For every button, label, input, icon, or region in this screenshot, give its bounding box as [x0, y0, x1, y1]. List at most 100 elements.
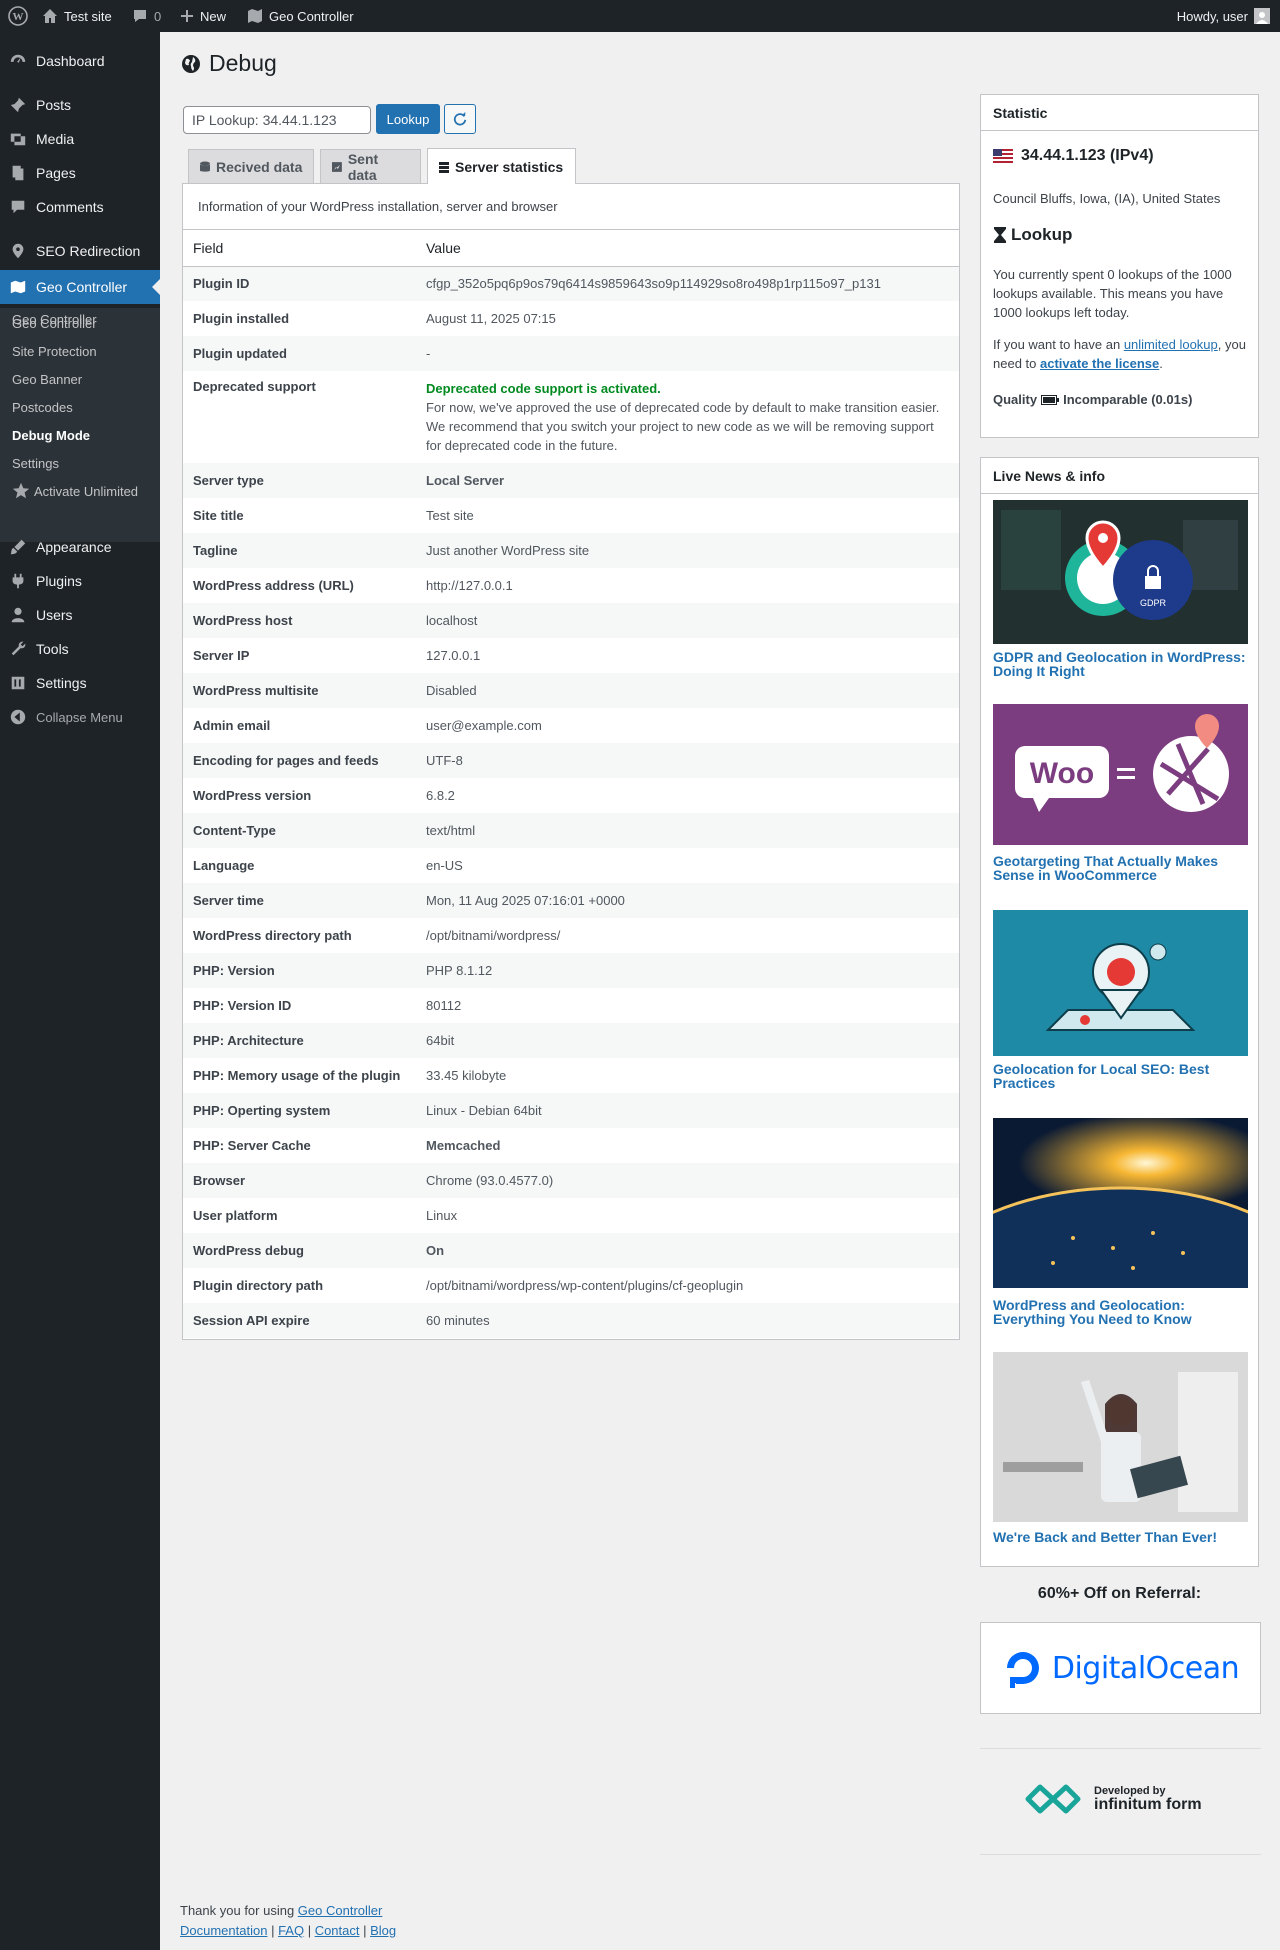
menu-users[interactable]: Users	[0, 598, 160, 632]
lookup-button[interactable]: Lookup	[376, 104, 440, 134]
tab-label: Sent data	[347, 150, 379, 183]
menu-comments[interactable]: Comments	[0, 190, 160, 224]
table-row: PHP: Server Cache Memcached	[183, 1128, 959, 1163]
menu-media[interactable]: Media	[0, 122, 160, 156]
news-image-back[interactable]	[993, 1352, 1248, 1522]
new-content-link[interactable]: New	[180, 0, 226, 32]
menu-label: Plugins	[36, 573, 82, 589]
documentation-link[interactable]: Documentation	[180, 1923, 267, 1938]
table-row: PHP: Architecture 64bit	[183, 1023, 959, 1058]
submenu-settings[interactable]: Settings	[12, 456, 59, 471]
faq-link[interactable]: FAQ	[278, 1923, 304, 1938]
news-title-link[interactable]: Geolocation for Local SEO: Best Practice…	[993, 1062, 1251, 1090]
submenu-site-protection[interactable]: Site Protection	[12, 344, 97, 359]
submenu-postcodes[interactable]: Postcodes	[12, 400, 73, 415]
menu-label: Appearance	[36, 539, 112, 555]
news-title-link[interactable]: WordPress and Geolocation: Everything Yo…	[993, 1298, 1251, 1326]
activate-license-link[interactable]: activate the license	[1040, 356, 1159, 371]
menu-geo-controller[interactable]: Geo Controller	[0, 270, 160, 304]
news-title-link[interactable]: GDPR and Geolocation in WordPress: Doing…	[993, 650, 1251, 678]
table-row: Server IP 127.0.0.1	[183, 638, 959, 673]
field-cell: PHP: Version ID	[193, 998, 292, 1013]
value-cell: en-US	[426, 858, 463, 873]
field-cell: Content-Type	[183, 813, 416, 848]
geo-controller-link[interactable]: Geo Controller	[298, 1903, 383, 1918]
map-icon	[248, 9, 262, 23]
news-image-local-seo[interactable]	[993, 910, 1248, 1056]
value-cell: Memcached	[426, 1138, 501, 1153]
table-row: Encoding for pages and feeds UTF-8	[183, 743, 959, 778]
menu-plugins[interactable]: Plugins	[0, 564, 160, 598]
table-row: Admin email user@example.com	[183, 708, 959, 743]
field-cell: WordPress host	[183, 603, 416, 638]
wordpress-logo-icon[interactable]: W	[8, 0, 28, 32]
news-image-woocommerce[interactable]: Woo	[993, 704, 1248, 845]
collapse-menu-button[interactable]: Collapse Menu	[0, 700, 160, 734]
location-text: Council Bluffs, Iowa, (IA), United State…	[993, 191, 1221, 206]
blog-link[interactable]: Blog	[370, 1923, 396, 1938]
news-image-gdpr[interactable]: GDPR	[993, 500, 1248, 644]
news-image-earth[interactable]	[993, 1118, 1248, 1288]
digitalocean-banner[interactable]: DigitalOcean	[980, 1622, 1261, 1714]
news-title-link[interactable]: We're Back and Better Than Ever!	[993, 1530, 1251, 1544]
field-cell: Tagline	[183, 533, 416, 568]
ip-address: 34.44.1.123 (IPv4)	[993, 147, 1154, 165]
comments-link[interactable]: 0	[132, 0, 161, 32]
globe-icon	[182, 54, 200, 73]
license-text-part: .	[1159, 356, 1163, 371]
submenu-geo-controller[interactable]: Geo Controller	[12, 316, 97, 331]
menu-posts[interactable]: Posts	[0, 88, 160, 122]
menu-appearance[interactable]: Appearance	[0, 530, 160, 564]
submenu-debug-mode[interactable]: Debug Mode	[12, 428, 90, 443]
column-header-field: Field	[183, 230, 416, 267]
license-text: If you want to have an unlimited lookup,…	[993, 335, 1251, 373]
user-account-menu[interactable]: Howdy, user	[1177, 0, 1270, 32]
menu-label: Users	[36, 607, 73, 623]
unlimited-lookup-link[interactable]: unlimited lookup	[1124, 337, 1218, 352]
digitalocean-logo-icon	[1006, 1652, 1039, 1688]
field-cell: Site title	[193, 508, 244, 523]
value-cell: 60 minutes	[416, 1303, 959, 1338]
news-header: Live News & info	[981, 458, 1258, 494]
menu-dashboard[interactable]: Dashboard	[0, 44, 160, 78]
menu-label: Dashboard	[36, 53, 105, 69]
field-cell: Session API expire	[183, 1303, 416, 1338]
table-row: Browser Chrome (93.0.4577.0)	[183, 1163, 959, 1198]
value-cell: 64bit	[416, 1023, 959, 1058]
site-name-link[interactable]: Test site	[42, 0, 112, 32]
submenu-activate-unlimited[interactable]: Activate Unlimited	[12, 482, 138, 500]
lookup-title-text: Lookup	[1011, 225, 1073, 244]
submenu-geo-banner[interactable]: Geo Banner	[12, 372, 82, 387]
developer-credit[interactable]: Developed by infinitum form	[1020, 1782, 1202, 1816]
value-cell: Disabled	[416, 673, 959, 708]
menu-settings[interactable]: Settings	[0, 666, 160, 700]
tab-sent-data[interactable]: Sent data	[320, 149, 421, 183]
svg-text:W: W	[13, 11, 24, 23]
tab-recived-data[interactable]: Recived data	[188, 149, 314, 183]
field-cell: Encoding for pages and feeds	[183, 743, 416, 778]
news-title-link[interactable]: Geotargeting That Actually Makes Sense i…	[993, 854, 1251, 882]
tab-server-statistics[interactable]: Server statistics	[427, 148, 576, 184]
menu-seo-redirection[interactable]: SEO Redirection	[0, 234, 160, 268]
table-row: Deprecated support Deprecated code suppo…	[183, 371, 959, 463]
comment-icon	[134, 10, 146, 22]
field-cell: User platform	[193, 1208, 278, 1223]
menu-tools[interactable]: Tools	[0, 632, 160, 666]
ip-lookup-input[interactable]	[183, 106, 371, 134]
contact-link[interactable]: Contact	[315, 1923, 360, 1938]
wrench-icon	[0, 640, 36, 658]
menu-pages[interactable]: Pages	[0, 156, 160, 190]
pages-icon	[0, 164, 36, 182]
refresh-button[interactable]	[444, 104, 476, 134]
field-cell: WordPress version	[193, 788, 312, 803]
value-cell: Chrome (93.0.4577.0)	[416, 1163, 959, 1198]
referral-promo-title: 60%+ Off on Referral:	[1037, 1585, 1202, 1602]
value-cell: text/html	[416, 813, 959, 848]
geo-controller-link[interactable]: Geo Controller	[247, 0, 354, 32]
table-row: PHP: Version PHP 8.1.12	[183, 953, 959, 988]
dashboard-icon	[0, 52, 36, 70]
brush-icon	[0, 538, 36, 556]
value-cell: -	[416, 336, 959, 371]
menu-label: Geo Controller	[36, 279, 128, 295]
value-cell: 127.0.0.1	[426, 648, 481, 663]
